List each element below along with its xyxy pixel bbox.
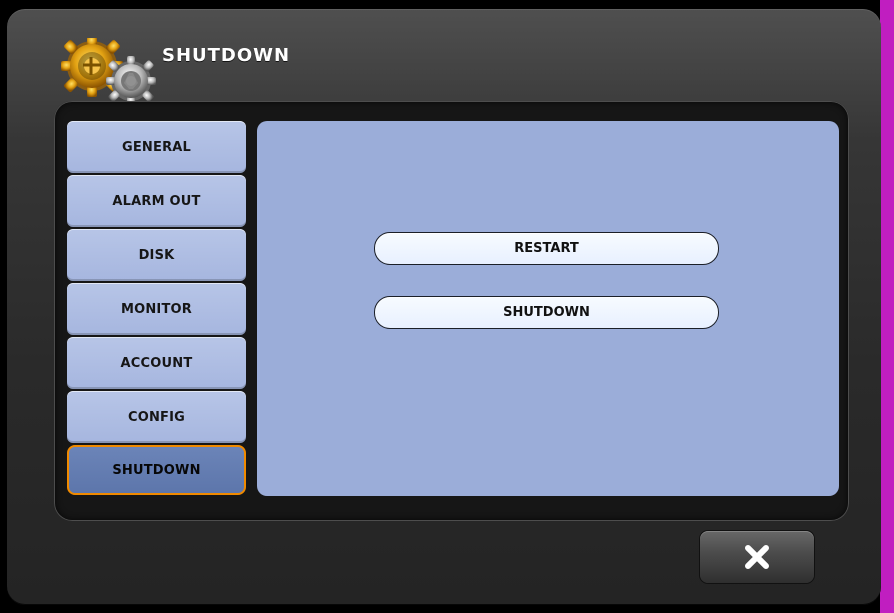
- sidebar-item-config[interactable]: CONFIG: [67, 391, 246, 443]
- sidebar-item-monitor[interactable]: MONITOR: [67, 283, 246, 335]
- shutdown-button[interactable]: SHUTDOWN: [374, 296, 719, 329]
- sidebar-item-general[interactable]: GENERAL: [67, 121, 246, 173]
- sidebar-item-alarm-out[interactable]: ALARM OUT: [67, 175, 246, 227]
- settings-sidebar: GENERAL ALARM OUT DISK MONITOR ACCOUNT C…: [67, 121, 246, 498]
- sidebar-item-account[interactable]: ACCOUNT: [67, 337, 246, 389]
- magenta-edge: [880, 0, 894, 613]
- close-icon: [745, 545, 769, 569]
- close-button[interactable]: [700, 531, 814, 583]
- sidebar-item-shutdown[interactable]: SHUTDOWN: [67, 445, 246, 495]
- sidebar-item-disk[interactable]: DISK: [67, 229, 246, 281]
- restart-button[interactable]: RESTART: [374, 232, 719, 265]
- window-title: SHUTDOWN: [162, 45, 291, 66]
